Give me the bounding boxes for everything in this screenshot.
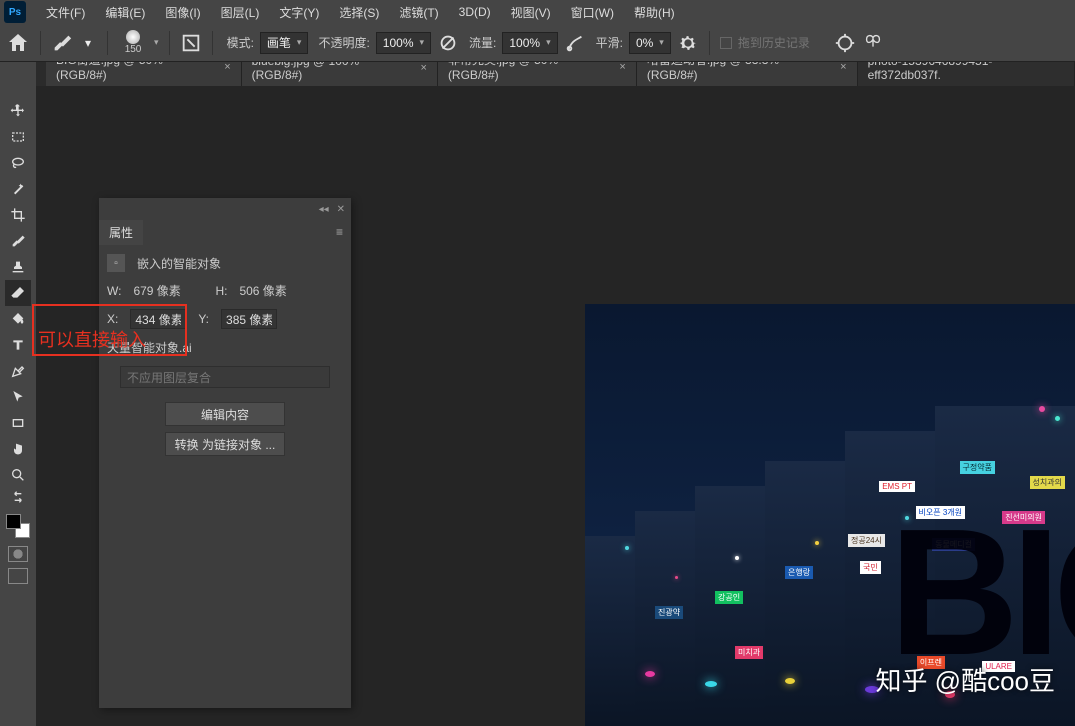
color-swatches[interactable] xyxy=(6,514,30,538)
menu-type[interactable]: 文字(Y) xyxy=(269,4,329,21)
menu-select[interactable]: 选择(S) xyxy=(329,4,389,21)
swap-icon[interactable] xyxy=(5,488,31,506)
w-label: W: xyxy=(107,284,121,298)
type-tool-icon[interactable] xyxy=(5,332,31,358)
menu-layer[interactable]: 图层(L) xyxy=(211,4,270,21)
airbrush-icon[interactable] xyxy=(564,32,586,54)
menu-view[interactable]: 视图(V) xyxy=(501,4,561,21)
close-icon[interactable]: × xyxy=(619,62,625,73)
brush-preset[interactable]: 150 xyxy=(118,30,148,55)
shape-tool-icon[interactable] xyxy=(5,410,31,436)
doc-tab[interactable]: BIG街道.jpg @ 50%(RGB/8#)× xyxy=(46,62,242,86)
layer-comp-select[interactable]: 不应用图层复合 xyxy=(120,366,330,388)
opacity-label: 不透明度: xyxy=(318,34,369,51)
menu-file[interactable]: 文件(F) xyxy=(36,4,95,21)
y-input[interactable] xyxy=(221,309,277,329)
screenmode-icon[interactable] xyxy=(8,568,28,584)
edit-contents-button[interactable]: 编辑内容 xyxy=(165,402,285,426)
panel-tab-properties[interactable]: 属性 xyxy=(99,220,143,245)
quickmask-icon[interactable] xyxy=(8,546,28,562)
menu-help[interactable]: 帮助(H) xyxy=(624,4,685,21)
watermark: 知乎 @酷coo豆 xyxy=(875,661,1055,698)
smooth-select[interactable]: 0%▾ xyxy=(629,32,671,54)
brush-panel-icon[interactable] xyxy=(180,32,202,54)
close-icon[interactable]: × xyxy=(840,62,846,73)
doc-tab[interactable]: 哈雷运动者.jpg @ 33.3%(RGB/8#)× xyxy=(637,62,858,86)
menu-window[interactable]: 窗口(W) xyxy=(561,4,624,21)
flow-label: 流量: xyxy=(469,34,496,51)
smartobject-icon: ▫ xyxy=(107,254,125,272)
menu-edit[interactable]: 编辑(E) xyxy=(95,4,155,21)
mode-select[interactable]: 画笔▾ xyxy=(260,32,309,54)
history-search[interactable] xyxy=(738,36,828,50)
move-tool-icon[interactable] xyxy=(5,98,31,124)
h-value: 506 像素 xyxy=(239,282,286,299)
close-icon[interactable]: ✕ xyxy=(337,204,345,215)
menu-image[interactable]: 图像(I) xyxy=(155,4,210,21)
settings-gear-icon[interactable] xyxy=(677,32,699,54)
close-icon[interactable]: × xyxy=(421,62,427,74)
ps-logo-icon: Ps xyxy=(4,1,26,23)
pen-tool-icon[interactable] xyxy=(5,358,31,384)
flow-select[interactable]: 100%▾ xyxy=(502,32,557,54)
crop-tool-icon[interactable] xyxy=(5,202,31,228)
lasso-tool-icon[interactable] xyxy=(5,150,31,176)
menu-3d[interactable]: 3D(D) xyxy=(449,5,501,19)
doc-tab[interactable]: bluebig.jpg @ 100%(RGB/8#)× xyxy=(242,62,438,86)
bucket-tool-icon[interactable] xyxy=(5,306,31,332)
doc-tab[interactable]: 非常完美.jpg @ 50%(RGB/8#)× xyxy=(438,62,637,86)
history-checkbox[interactable] xyxy=(720,37,732,49)
collapse-icon[interactable]: ◂◂ xyxy=(319,204,329,215)
options-bar: ▾ 150 ▾ 模式: 画笔▾ 不透明度: 100%▾ 流量: 100%▾ 平滑… xyxy=(0,24,1075,62)
menu-filter[interactable]: 滤镜(T) xyxy=(389,4,448,21)
stamp-tool-icon[interactable] xyxy=(5,254,31,280)
menubar: Ps 文件(F) 编辑(E) 图像(I) 图层(L) 文字(Y) 选择(S) 滤… xyxy=(0,0,1075,24)
annotation-text: 可以直接输入 xyxy=(38,326,146,352)
brush-tool-icon[interactable] xyxy=(51,32,73,54)
close-icon[interactable]: × xyxy=(224,62,230,73)
eraser-tool-icon[interactable] xyxy=(5,280,31,306)
target-icon[interactable] xyxy=(834,32,856,54)
brush-size: 150 xyxy=(125,44,142,55)
opacity-select[interactable]: 100%▾ xyxy=(376,32,431,54)
home-icon[interactable] xyxy=(6,31,30,55)
w-value: 679 像素 xyxy=(133,282,203,299)
pressure-opacity-icon[interactable] xyxy=(437,32,459,54)
h-label: H: xyxy=(215,284,227,298)
y-label: Y: xyxy=(198,312,209,326)
doc-tab-active[interactable]: photo-1539646899451-eff372db037f. xyxy=(858,62,1075,86)
zoom-tool-icon[interactable] xyxy=(5,462,31,488)
smooth-label: 平滑: xyxy=(596,34,623,51)
brush-tool-icon[interactable] xyxy=(5,228,31,254)
marquee-tool-icon[interactable] xyxy=(5,124,31,150)
convert-linked-button[interactable]: 转换 为链接对象 ... xyxy=(165,432,285,456)
properties-panel[interactable]: ◂◂ ✕ 属性 ≡ ▫ 嵌入的智能对象 W: 679 像素 H: 506 像素 … xyxy=(99,198,351,708)
document-tabs: BIG街道.jpg @ 50%(RGB/8#)× bluebig.jpg @ 1… xyxy=(0,62,1075,86)
path-select-icon[interactable] xyxy=(5,384,31,410)
toolbar xyxy=(0,62,36,726)
butterfly-icon[interactable] xyxy=(862,32,884,54)
document-image[interactable]: 구정약품 성치과의 EMS PT 비오픈 3개원 진선미의원 정공24시 동물메… xyxy=(585,304,1075,726)
panel-subtitle: 嵌入的智能对象 xyxy=(137,255,221,272)
hand-tool-icon[interactable] xyxy=(5,436,31,462)
mode-label: 模式: xyxy=(227,34,254,51)
wand-tool-icon[interactable] xyxy=(5,176,31,202)
panel-menu-icon[interactable]: ≡ xyxy=(336,225,343,239)
